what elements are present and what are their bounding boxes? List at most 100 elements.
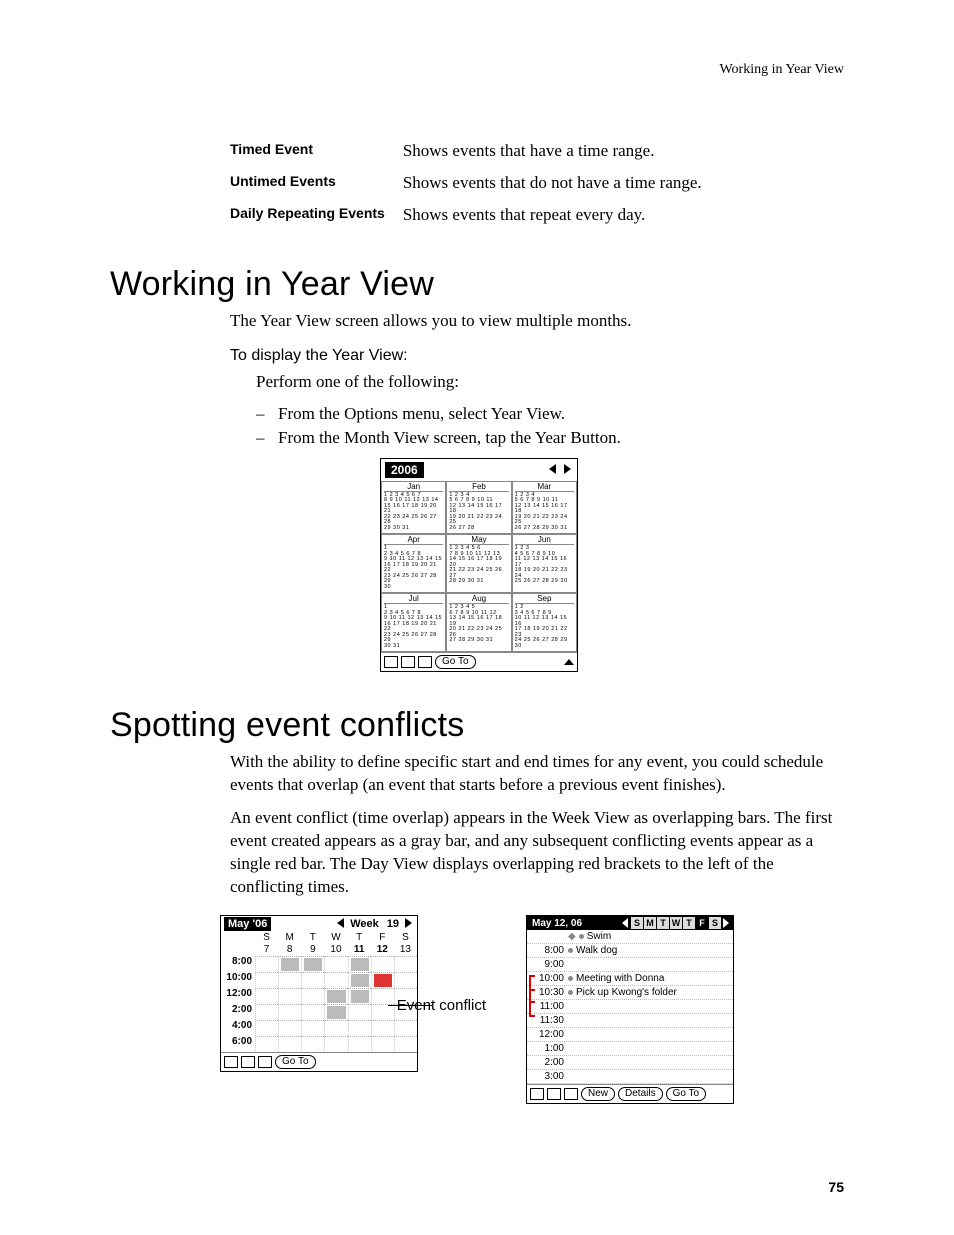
year-intro: The Year View screen allows you to view … — [230, 310, 844, 333]
arrow-left-icon[interactable] — [337, 918, 344, 928]
day-dow-tab[interactable]: W — [670, 917, 682, 929]
mini-month[interactable]: Jul 1 2 3 4 5 6 7 8 9 10 11 12 13 14 15 … — [381, 593, 446, 652]
week-date[interactable]: 8 — [278, 944, 301, 956]
week-cell[interactable] — [255, 988, 278, 1004]
mini-month[interactable]: Aug 1 2 3 4 5 6 7 8 9 10 11 12 13 14 15 … — [446, 593, 511, 652]
week-cell[interactable] — [348, 1020, 371, 1036]
week-cell[interactable] — [255, 956, 278, 972]
week-cell[interactable] — [348, 1036, 371, 1052]
week-cell[interactable] — [371, 956, 394, 972]
week-cell[interactable] — [301, 956, 324, 972]
day-dow-tab[interactable]: T — [657, 917, 669, 929]
year-nav-arrows[interactable] — [547, 461, 573, 479]
week-cell[interactable] — [278, 988, 301, 1004]
day-dow-tab[interactable]: M — [644, 917, 656, 929]
view-icon[interactable] — [401, 656, 415, 668]
view-icon[interactable] — [564, 1088, 578, 1100]
day-row[interactable]: 3:00 — [527, 1070, 733, 1084]
mini-month[interactable]: Jun 1 2 3 4 5 6 7 8 9 10 11 12 13 14 15 … — [512, 534, 577, 593]
day-dow-tab[interactable]: S — [631, 917, 643, 929]
arrow-right-icon[interactable] — [564, 464, 571, 474]
goto-button[interactable]: Go To — [666, 1087, 707, 1101]
week-cell[interactable] — [255, 1036, 278, 1052]
week-cell[interactable] — [301, 1004, 324, 1020]
mini-month[interactable]: Feb 1 2 3 4 5 6 7 8 9 10 11 12 13 14 15 … — [446, 481, 511, 535]
week-cell[interactable] — [278, 972, 301, 988]
view-icon[interactable] — [418, 656, 432, 668]
week-cell[interactable] — [348, 972, 371, 988]
scroll-up-icon[interactable] — [564, 659, 574, 665]
mini-month[interactable]: Jan1 2 3 4 5 6 7 8 9 10 11 12 13 14 15 1… — [381, 481, 446, 535]
mini-month-days: 1 2 3 4 5 6 7 8 9 10 11 12 13 14 15 16 1… — [449, 493, 508, 532]
week-cell[interactable] — [278, 956, 301, 972]
view-icon[interactable] — [384, 656, 398, 668]
week-date[interactable]: 13 — [394, 944, 417, 956]
arrow-right-icon[interactable] — [723, 918, 729, 928]
week-cell[interactable] — [324, 972, 347, 988]
mini-month[interactable]: Sep 1 2 3 4 5 6 7 8 9 10 11 12 13 14 15 … — [512, 593, 577, 652]
week-cell[interactable] — [255, 1020, 278, 1036]
week-cell[interactable] — [301, 1036, 324, 1052]
view-icon[interactable] — [241, 1056, 255, 1068]
week-cell[interactable] — [348, 956, 371, 972]
mini-month[interactable]: Mar 1 2 3 4 5 6 7 8 9 10 11 12 13 14 15 … — [512, 481, 577, 535]
day-row[interactable]: ◆Swim — [527, 930, 733, 944]
arrow-right-icon[interactable] — [405, 918, 412, 928]
week-cell[interactable] — [301, 1020, 324, 1036]
day-row[interactable]: 8:00Walk dog — [527, 944, 733, 958]
week-cell[interactable] — [324, 1020, 347, 1036]
mini-month[interactable]: May 1 2 3 4 5 6 7 8 9 10 11 12 13 14 15 … — [446, 534, 511, 593]
day-dow-tab[interactable]: T — [683, 917, 695, 929]
goto-button[interactable]: Go To — [275, 1055, 316, 1069]
view-icon[interactable] — [224, 1056, 238, 1068]
week-cell[interactable] — [394, 956, 417, 972]
day-row[interactable]: 11:00 — [527, 1000, 733, 1014]
week-date[interactable]: 10 — [324, 944, 347, 956]
week-cell[interactable] — [371, 988, 394, 1004]
week-cell[interactable] — [324, 1004, 347, 1020]
day-row[interactable]: 2:00 — [527, 1056, 733, 1070]
view-icon[interactable] — [547, 1088, 561, 1100]
week-cell[interactable] — [371, 1036, 394, 1052]
details-button[interactable]: Details — [618, 1087, 663, 1101]
week-cell[interactable] — [371, 972, 394, 988]
week-cell[interactable] — [394, 1036, 417, 1052]
view-icon[interactable] — [258, 1056, 272, 1068]
week-date[interactable]: 7 — [255, 944, 278, 956]
week-cell[interactable] — [394, 972, 417, 988]
week-cell[interactable] — [371, 1004, 394, 1020]
week-cell[interactable] — [394, 1020, 417, 1036]
week-cell[interactable] — [324, 956, 347, 972]
week-cell[interactable] — [301, 988, 324, 1004]
mini-month[interactable]: Apr 1 2 3 4 5 6 7 8 9 10 11 12 13 14 15 … — [381, 534, 446, 593]
week-date[interactable]: 11 — [348, 944, 371, 956]
week-cell[interactable] — [324, 1036, 347, 1052]
day-dow-tab[interactable]: S — [709, 917, 721, 929]
section-heading-year: Working in Year View — [110, 265, 844, 304]
day-row[interactable]: 10:00Meeting with Donna — [527, 972, 733, 986]
week-cell[interactable] — [255, 972, 278, 988]
week-date[interactable]: 9 — [301, 944, 324, 956]
day-row[interactable]: 1:00 — [527, 1042, 733, 1056]
new-button[interactable]: New — [581, 1087, 615, 1101]
week-date[interactable]: 12 — [371, 944, 394, 956]
event-bar — [351, 958, 369, 971]
day-row[interactable]: 11:30 — [527, 1014, 733, 1028]
week-cell[interactable] — [348, 988, 371, 1004]
day-dow-tab[interactable]: F — [696, 917, 708, 929]
week-cell[interactable] — [278, 1036, 301, 1052]
week-cell[interactable] — [255, 1004, 278, 1020]
day-row[interactable]: 9:00 — [527, 958, 733, 972]
week-cell[interactable] — [278, 1004, 301, 1020]
day-row[interactable]: 10:30Pick up Kwong's folder — [527, 986, 733, 1000]
view-icon[interactable] — [530, 1088, 544, 1100]
week-cell[interactable] — [348, 1004, 371, 1020]
week-cell[interactable] — [301, 972, 324, 988]
goto-button[interactable]: Go To — [435, 655, 476, 669]
week-cell[interactable] — [278, 1020, 301, 1036]
week-cell[interactable] — [371, 1020, 394, 1036]
day-row[interactable]: 12:00 — [527, 1028, 733, 1042]
week-cell[interactable] — [324, 988, 347, 1004]
arrow-left-icon[interactable] — [622, 918, 628, 928]
arrow-left-icon[interactable] — [549, 464, 556, 474]
